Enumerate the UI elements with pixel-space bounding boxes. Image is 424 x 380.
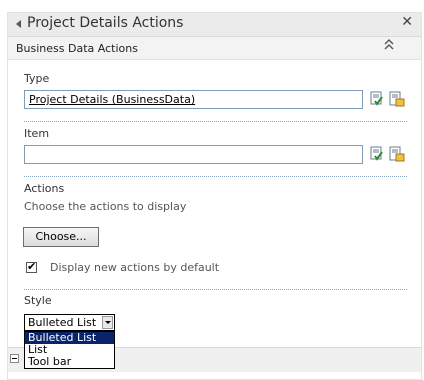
divider bbox=[24, 289, 407, 290]
collapse-chevrons-icon[interactable] bbox=[384, 39, 394, 54]
item-label: Item bbox=[24, 127, 50, 140]
tool-pane: Project Details Actions ✕ Business Data … bbox=[7, 12, 422, 380]
actions-label: Actions bbox=[24, 182, 65, 195]
divider bbox=[24, 176, 407, 177]
browse-icon[interactable] bbox=[389, 91, 405, 107]
display-new-actions-checkbox[interactable]: ✔ bbox=[26, 260, 37, 273]
close-icon[interactable]: ✕ bbox=[401, 14, 413, 30]
divider bbox=[24, 121, 407, 122]
type-input[interactable]: Project Details (BusinessData) bbox=[24, 90, 363, 109]
collapse-triangle-icon[interactable] bbox=[16, 20, 21, 28]
checkmark-icon: ✔ bbox=[27, 260, 37, 273]
pane-title: Project Details Actions bbox=[27, 15, 184, 31]
browse-icon[interactable] bbox=[389, 146, 405, 162]
style-dropdown-list: Bulleted List List Tool bar bbox=[24, 331, 115, 369]
display-new-actions-label: Display new actions by default bbox=[50, 261, 220, 274]
pane-header: Project Details Actions ✕ bbox=[8, 13, 421, 37]
section-title: Business Data Actions bbox=[16, 42, 138, 55]
choose-button[interactable]: Choose... bbox=[23, 227, 99, 247]
style-select-value: Bulleted List bbox=[28, 316, 97, 329]
item-input[interactable] bbox=[24, 145, 363, 164]
expand-collapse-icon[interactable] bbox=[10, 354, 19, 363]
chevron-down-icon[interactable] bbox=[102, 316, 113, 329]
style-label: Style bbox=[24, 294, 52, 307]
check-names-icon[interactable] bbox=[369, 146, 385, 162]
actions-description: Choose the actions to display bbox=[24, 200, 187, 213]
style-select[interactable]: Bulleted List bbox=[24, 314, 115, 331]
style-option[interactable]: Tool bar bbox=[25, 356, 114, 368]
type-label: Type bbox=[24, 72, 50, 85]
section-header[interactable]: Business Data Actions bbox=[8, 37, 421, 60]
check-names-icon[interactable] bbox=[369, 91, 385, 107]
